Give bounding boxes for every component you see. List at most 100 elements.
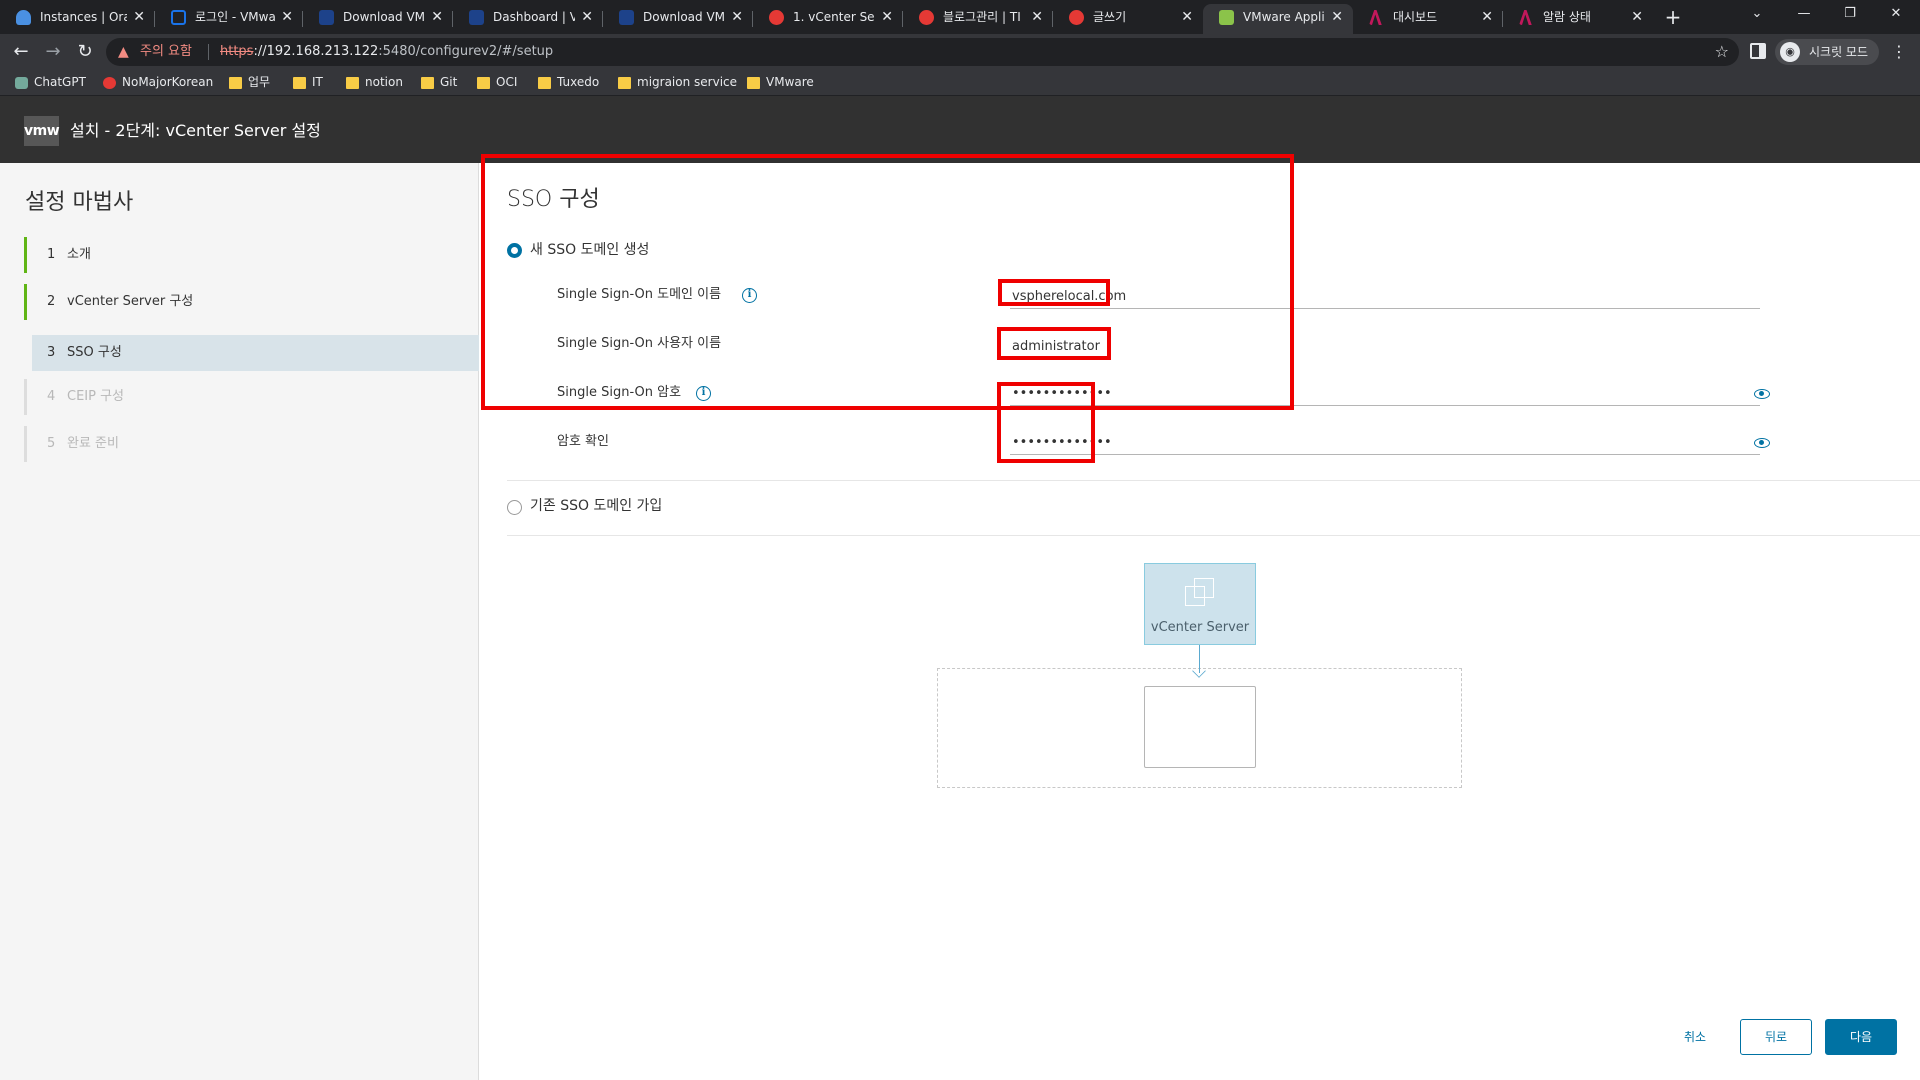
radio-join-existing-sso-domain[interactable]: [507, 500, 522, 515]
divider: [507, 480, 1920, 481]
browser-tab-active[interactable]: VMware Applia ✕: [1203, 4, 1353, 34]
browser-toolbar: ← → ↻ ▲ 주의 요함 https://192.168.213.122:54…: [0, 34, 1920, 70]
bookmark-folder[interactable]: VMware: [744, 70, 814, 96]
browser-tab[interactable]: Download VMw ✕: [303, 4, 453, 34]
tistory-icon: [919, 10, 934, 25]
bookmark-star-icon[interactable]: ☆: [1715, 38, 1729, 66]
bookmark-chatgpt[interactable]: ChatGPT: [12, 70, 86, 96]
vmware-logo: vmw: [24, 116, 60, 146]
bookmark-nomajorkorean[interactable]: NoMajorKorean: [100, 70, 213, 96]
url-text[interactable]: https://192.168.213.122:5480/configurev2…: [220, 38, 553, 66]
close-icon[interactable]: ✕: [881, 4, 893, 30]
restore-icon[interactable]: ❐: [1828, 0, 1872, 30]
close-icon[interactable]: ✕: [1031, 4, 1043, 30]
app-header: vmw 설치 - 2단계: vCenter Server 설정: [0, 96, 1920, 163]
close-icon[interactable]: ✕: [1631, 4, 1643, 30]
folder-icon: [346, 77, 359, 89]
bookmark-folder[interactable]: Tuxedo: [535, 70, 599, 96]
folder-icon: [747, 77, 760, 89]
folder-icon: [477, 77, 490, 89]
incognito-badge[interactable]: ◉ 시크릿 모드: [1775, 39, 1879, 65]
vmware-icon: [619, 10, 634, 25]
back-arrow-icon[interactable]: ←: [8, 39, 34, 65]
tistory-icon: [103, 77, 116, 89]
wizard-title: 설정 마법사: [25, 190, 134, 215]
bookmark-folder[interactable]: 업무: [226, 70, 270, 96]
folder-icon: [229, 77, 242, 89]
browser-tab-strip: Instances | Orac ✕ 로그인 - VMwa ✕ Download…: [0, 0, 1920, 34]
reload-icon[interactable]: ↻: [72, 39, 98, 65]
close-icon[interactable]: ✕: [431, 4, 443, 30]
next-button[interactable]: 다음: [1825, 1019, 1897, 1055]
bookmark-folder[interactable]: notion: [343, 70, 403, 96]
close-icon[interactable]: ✕: [1331, 4, 1343, 30]
annotation-box-sso: [481, 154, 1294, 410]
minimize-icon[interactable]: —: [1782, 0, 1826, 30]
wizard-step-vcenter-config[interactable]: 2 vCenter Server 구성: [24, 284, 479, 320]
monitoring-icon: [1369, 10, 1382, 25]
tab-search-icon[interactable]: ⌄: [1735, 0, 1779, 30]
tistory-icon: [769, 10, 784, 25]
sso-domain-node: [1144, 686, 1256, 768]
browser-tab[interactable]: 로그인 - VMwa ✕: [155, 4, 303, 34]
kebab-menu-icon[interactable]: ⋮: [1890, 39, 1908, 65]
browser-tab[interactable]: 알람 상태 ✕: [1503, 4, 1653, 34]
wizard-step-ready: 5 완료 준비: [24, 426, 479, 462]
annotation-box-username: [997, 327, 1111, 360]
folder-icon: [538, 77, 551, 89]
bookmark-folder[interactable]: IT: [290, 70, 323, 96]
browser-tab[interactable]: Download VMw ✕: [603, 4, 753, 34]
bookmarks-bar: ChatGPT NoMajorKorean 업무 IT notion Git O…: [0, 70, 1920, 96]
cloud-icon: [16, 10, 31, 25]
side-panel-icon[interactable]: [1750, 43, 1766, 59]
radio-join-existing-sso-domain-label[interactable]: 기존 SSO 도메인 가입: [530, 496, 662, 516]
tistory-icon: [1069, 10, 1084, 25]
vcenter-server-label: vCenter Server: [1150, 620, 1250, 635]
bookmark-folder[interactable]: OCI: [474, 70, 517, 96]
close-icon[interactable]: ✕: [281, 4, 293, 30]
address-bar[interactable]: ▲ 주의 요함 https://192.168.213.122:5480/con…: [106, 38, 1739, 66]
vmware-icon: [319, 10, 334, 25]
show-password-icon[interactable]: [1754, 438, 1770, 448]
wizard-step-sso-config[interactable]: 3 SSO 구성: [32, 335, 479, 371]
browser-tab[interactable]: 1. vCenter Serv ✕: [753, 4, 903, 34]
warning-icon[interactable]: ▲: [118, 38, 129, 66]
annotation-box-password: [997, 382, 1095, 463]
back-button[interactable]: 뒤로: [1740, 1019, 1812, 1055]
window-close-icon[interactable]: ✕: [1874, 0, 1918, 30]
wizard-step-intro[interactable]: 1 소개: [24, 237, 479, 273]
browser-tab[interactable]: 블로그관리 | TI ✕: [903, 4, 1053, 34]
annotation-box-domain: [998, 279, 1110, 306]
folder-icon: [421, 77, 434, 89]
close-icon[interactable]: ✕: [133, 4, 145, 30]
browser-tab[interactable]: 대시보드 ✕: [1353, 4, 1503, 34]
monitoring-icon: [1519, 10, 1532, 25]
chatgpt-icon: [15, 77, 28, 89]
close-icon[interactable]: ✕: [581, 4, 593, 30]
vcenter-icon: [1185, 578, 1217, 608]
close-icon[interactable]: ✕: [1181, 4, 1193, 30]
vmware-icon: [469, 10, 484, 25]
cancel-button[interactable]: 취소: [1660, 1019, 1730, 1055]
vmware-appliance-icon: [1219, 10, 1234, 25]
browser-tab[interactable]: 글쓰기 ✕: [1053, 4, 1203, 34]
folder-icon: [293, 77, 306, 89]
bookmark-folder[interactable]: Git: [418, 70, 457, 96]
folder-icon: [618, 77, 631, 89]
close-icon[interactable]: ✕: [731, 4, 743, 30]
browser-tab[interactable]: Instances | Orac ✕: [0, 4, 155, 34]
close-icon[interactable]: ✕: [1481, 4, 1493, 30]
divider: [507, 535, 1920, 536]
browser-tab[interactable]: Dashboard | VM ✕: [453, 4, 603, 34]
show-password-icon[interactable]: [1754, 389, 1770, 399]
bookmark-folder[interactable]: migraion service: [615, 70, 737, 96]
wizard-step-ceip-config: 4 CEIP 구성: [24, 379, 479, 415]
incognito-icon: ◉: [1780, 42, 1800, 62]
main-content: SSO 구성 새 SSO 도메인 생성 Single Sign-On 도메인 이…: [480, 154, 1920, 1080]
security-warning-label[interactable]: 주의 요함: [140, 38, 192, 66]
page-icon: [171, 10, 186, 25]
confirm-password-input[interactable]: [1010, 431, 1760, 455]
new-tab-button[interactable]: +: [1661, 4, 1685, 30]
forward-arrow-icon[interactable]: →: [40, 39, 66, 65]
wizard-sidebar: 설정 마법사 1 소개 2 vCenter Server 구성 3 SSO 구성 4C…: [0, 163, 479, 1080]
